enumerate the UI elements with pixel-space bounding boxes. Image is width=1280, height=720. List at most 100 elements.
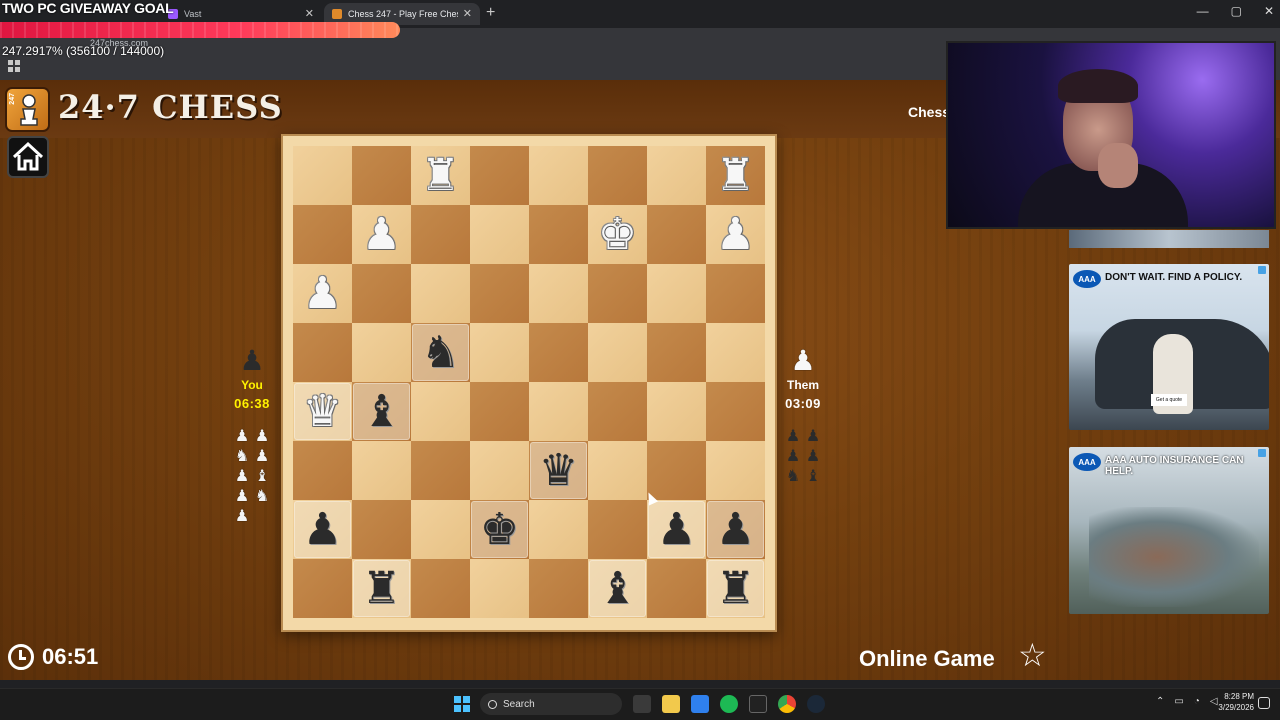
square-h6[interactable] (706, 264, 765, 323)
hwinfo-icon[interactable] (749, 695, 767, 713)
square-d6[interactable] (470, 264, 529, 323)
square-g2[interactable]: ♟ (647, 500, 706, 559)
notification-icon[interactable] (1258, 697, 1270, 709)
taskbar-search[interactable]: Search (480, 693, 622, 715)
square-c6[interactable] (411, 264, 470, 323)
square-f5[interactable] (588, 323, 647, 382)
chess-piece[interactable]: ♟ (706, 500, 765, 559)
chess-piece[interactable]: ♚ (588, 205, 647, 264)
ad-banner-strip[interactable] (1069, 230, 1269, 248)
adchoices-icon[interactable] (1258, 266, 1266, 274)
square-g5[interactable] (647, 323, 706, 382)
square-f4[interactable] (588, 382, 647, 441)
wifi-icon[interactable]: ◔ (1194, 696, 1200, 707)
square-a1[interactable] (293, 559, 352, 618)
square-d4[interactable] (470, 382, 529, 441)
square-g6[interactable] (647, 264, 706, 323)
windows-start-icon[interactable] (454, 696, 470, 712)
square-d5[interactable] (470, 323, 529, 382)
square-h2[interactable]: ♟ (706, 500, 765, 559)
square-e5[interactable] (529, 323, 588, 382)
square-a6[interactable]: ♟ (293, 264, 352, 323)
steam-icon[interactable] (807, 695, 825, 713)
tray-chevron-icon[interactable]: ⌃ (1156, 696, 1164, 707)
chess-board[interactable]: ♜ ♜ ♟ ♚ ♟ ♟ ♞ ♛ ♝ ♛ ♟ ♚ ♟ ♟ ♜ ♝ ♜ (293, 146, 765, 618)
square-d7[interactable] (470, 205, 529, 264)
square-a8[interactable] (293, 146, 352, 205)
chess-piece[interactable]: ♟ (706, 205, 765, 264)
square-h3[interactable] (706, 441, 765, 500)
get-quote-button[interactable]: Get a quote (1151, 394, 1187, 406)
square-h5[interactable] (706, 323, 765, 382)
square-f2[interactable] (588, 500, 647, 559)
square-g3[interactable] (647, 441, 706, 500)
square-b4[interactable]: ♝ (352, 382, 411, 441)
square-c3[interactable] (411, 441, 470, 500)
spotify-icon[interactable] (720, 695, 738, 713)
chess-piece[interactable]: ♜ (411, 146, 470, 205)
square-h8[interactable]: ♜ (706, 146, 765, 205)
adchoices-icon[interactable] (1258, 449, 1266, 457)
chess-piece[interactable]: ♝ (352, 382, 411, 441)
site-title[interactable]: 24·7 CHESS (58, 88, 283, 126)
square-f1[interactable]: ♝ (588, 559, 647, 618)
square-h7[interactable]: ♟ (706, 205, 765, 264)
chrome-icon[interactable] (778, 695, 796, 713)
chess-piece[interactable]: ♞ (411, 323, 470, 382)
square-c1[interactable] (411, 559, 470, 618)
square-h4[interactable] (706, 382, 765, 441)
square-b6[interactable] (352, 264, 411, 323)
favorite-star-icon[interactable]: ☆ (1018, 639, 1047, 671)
square-b8[interactable] (352, 146, 411, 205)
chess-piece[interactable]: ♟ (293, 500, 352, 559)
square-e8[interactable] (529, 146, 588, 205)
square-e4[interactable] (529, 382, 588, 441)
square-f6[interactable] (588, 264, 647, 323)
new-tab-button[interactable]: + (486, 4, 495, 22)
square-d1[interactable] (470, 559, 529, 618)
chess-piece[interactable]: ♝ (588, 559, 647, 618)
site-logo[interactable]: 247 (5, 87, 50, 132)
notepad-icon[interactable] (691, 695, 709, 713)
chess-piece[interactable]: ♜ (706, 146, 765, 205)
minimize-button[interactable]: — (1197, 4, 1209, 18)
square-e1[interactable] (529, 559, 588, 618)
square-e6[interactable] (529, 264, 588, 323)
chess-piece[interactable]: ♟ (647, 500, 706, 559)
chess-piece[interactable]: ♛ (293, 382, 352, 441)
chess-piece[interactable]: ♟ (352, 205, 411, 264)
square-a7[interactable] (293, 205, 352, 264)
square-f7[interactable]: ♚ (588, 205, 647, 264)
square-b1[interactable]: ♜ (352, 559, 411, 618)
home-button[interactable] (7, 136, 49, 178)
close-tab-icon[interactable]: ✕ (305, 7, 314, 20)
square-e2[interactable] (529, 500, 588, 559)
chess-piece[interactable]: ♜ (352, 559, 411, 618)
network-icon[interactable]: ▭ (1174, 696, 1183, 707)
square-a2[interactable]: ♟ (293, 500, 352, 559)
square-f8[interactable] (588, 146, 647, 205)
square-g7[interactable] (647, 205, 706, 264)
square-g4[interactable] (647, 382, 706, 441)
ad-aaa-policy[interactable]: AAA DON'T WAIT. FIND A POLICY. Get a quo… (1069, 264, 1269, 430)
maximize-button[interactable]: ▢ (1231, 4, 1242, 18)
square-e7[interactable] (529, 205, 588, 264)
ad-aaa-insurance[interactable]: AAA AAA AUTO INSURANCE CAN HELP. (1069, 447, 1269, 614)
square-b3[interactable] (352, 441, 411, 500)
task-view-icon[interactable] (633, 695, 651, 713)
square-g1[interactable] (647, 559, 706, 618)
header-nav-link[interactable]: Chess (908, 104, 950, 120)
square-d2[interactable]: ♚ (470, 500, 529, 559)
file-explorer-icon[interactable] (662, 695, 680, 713)
square-c4[interactable] (411, 382, 470, 441)
close-window-button[interactable]: ✕ (1264, 4, 1274, 18)
chess-piece[interactable]: ♜ (706, 559, 765, 618)
chess-piece[interactable]: ♟ (293, 264, 352, 323)
apps-grid-icon[interactable] (8, 60, 20, 72)
square-d3[interactable] (470, 441, 529, 500)
square-b5[interactable] (352, 323, 411, 382)
square-c7[interactable] (411, 205, 470, 264)
square-a5[interactable] (293, 323, 352, 382)
square-c8[interactable]: ♜ (411, 146, 470, 205)
square-g8[interactable] (647, 146, 706, 205)
